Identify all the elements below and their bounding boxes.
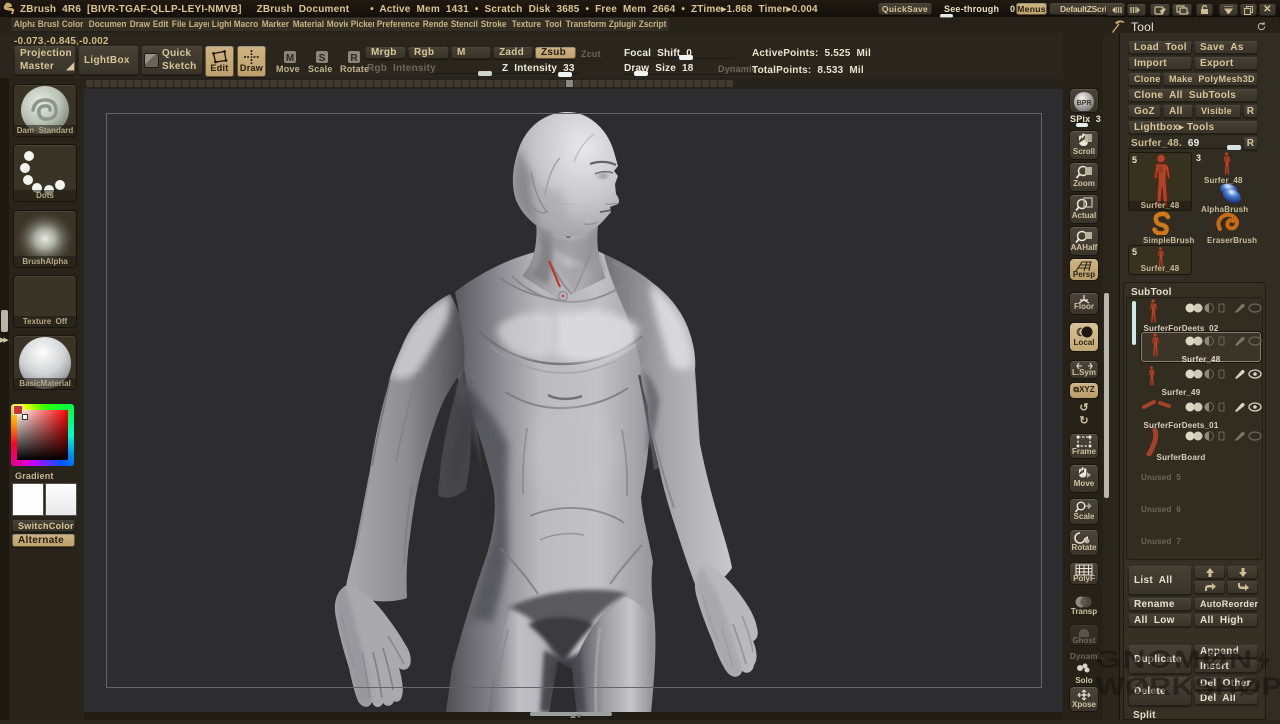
svg-text:R: R [350, 53, 358, 64]
svg-text:S: S [319, 53, 326, 64]
svg-text:M: M [286, 53, 294, 64]
